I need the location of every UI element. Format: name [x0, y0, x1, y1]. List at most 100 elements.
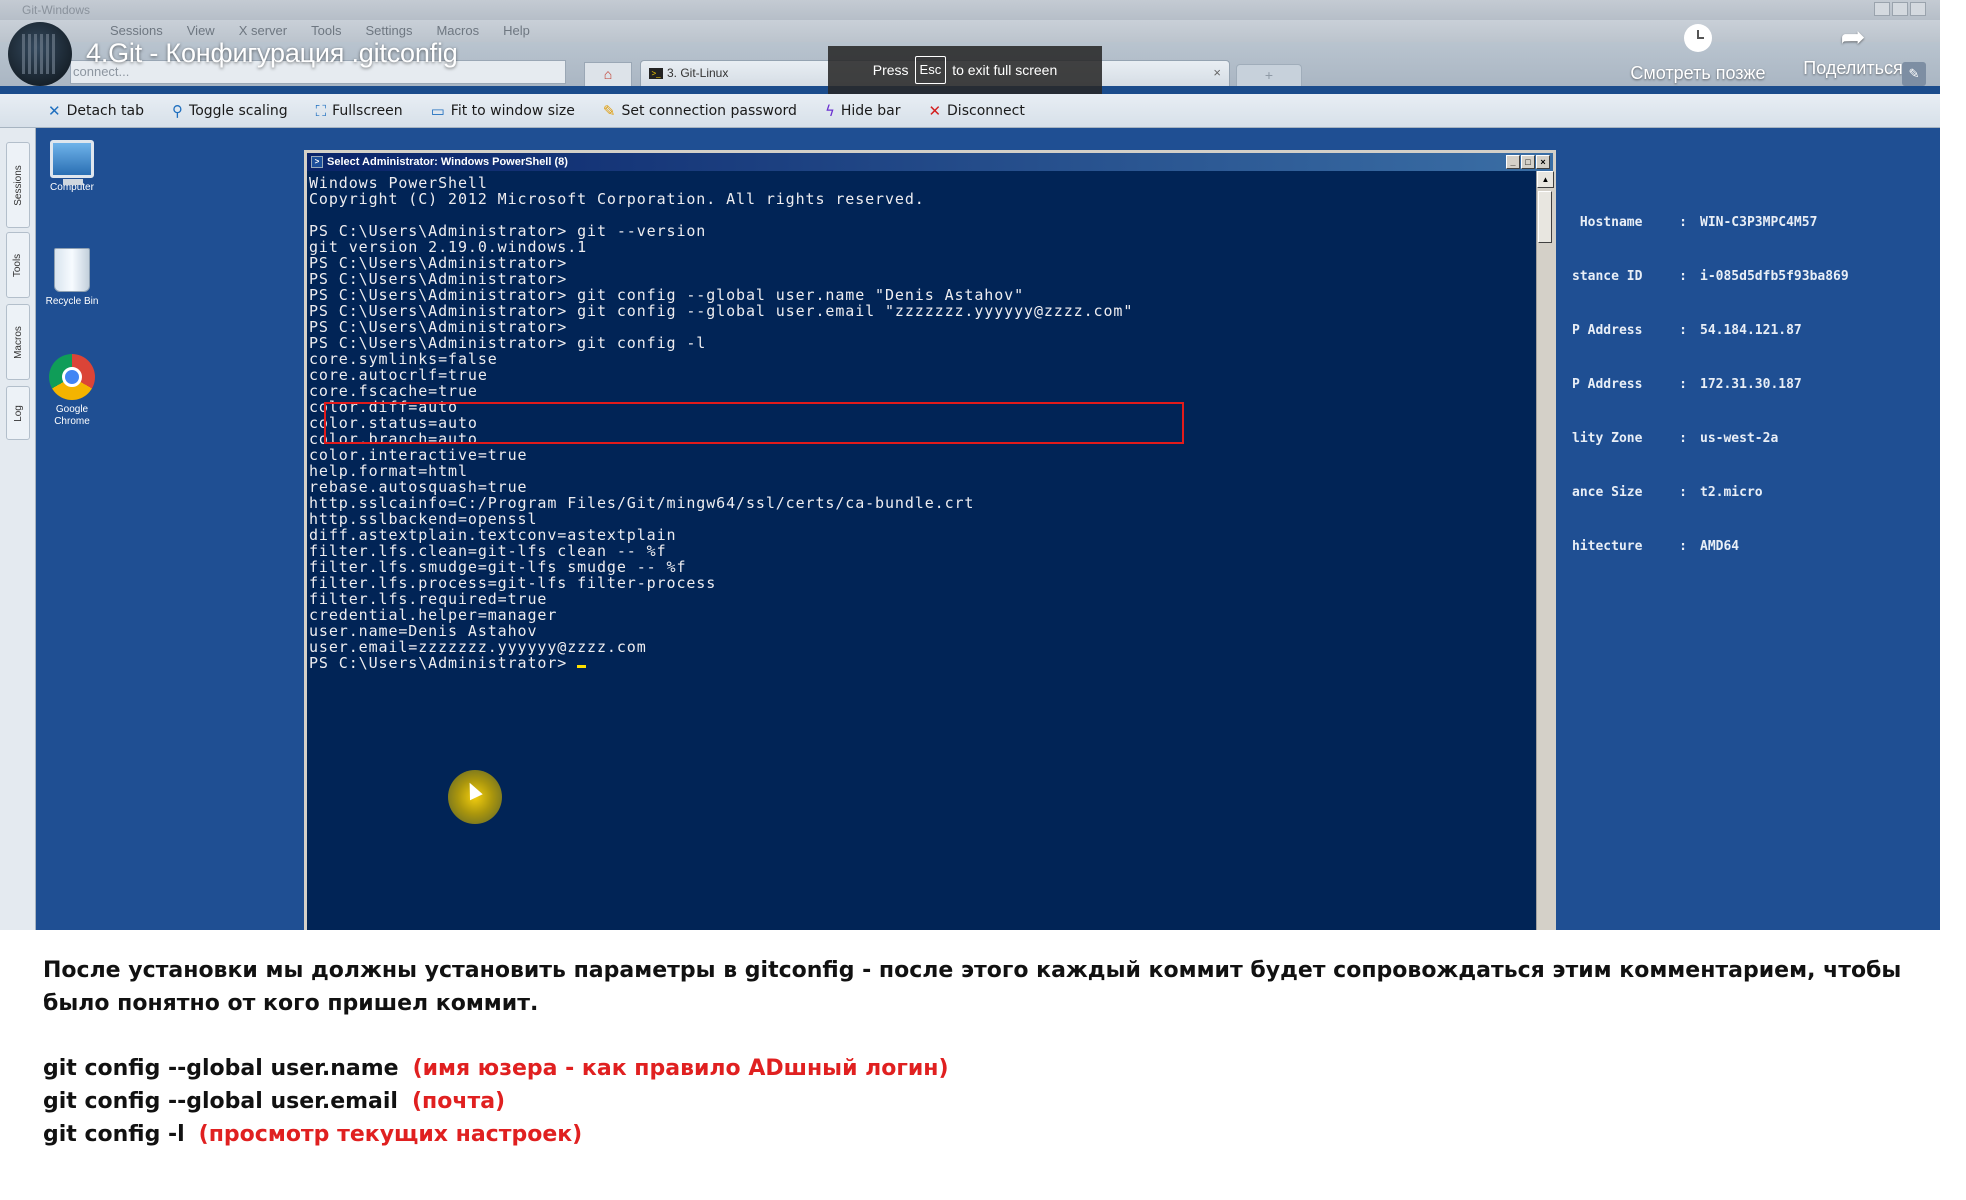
disconnect-label: Disconnect: [947, 102, 1025, 119]
console-line: PS C:\Users\Administrator> git config --…: [309, 286, 1025, 304]
console-line: credential.helper=manager: [309, 606, 558, 624]
recycle-bin-label: Recycle Bin: [45, 296, 99, 307]
sysinfo-row: P Address:172.31.30.187: [1572, 376, 1849, 394]
minimize-icon[interactable]: [1874, 2, 1890, 16]
console-line: Copyright (C) 2012 Microsoft Corporation…: [309, 190, 925, 208]
fit-to-window-label: Fit to window size: [450, 102, 575, 119]
sysinfo-key: P Address: [1572, 377, 1643, 392]
powershell-titlebar[interactable]: > Select Administrator: Windows PowerShe…: [307, 153, 1553, 171]
fullscreen-label: Fullscreen: [332, 102, 403, 119]
sysinfo-row: Hostname: WIN-C3P3MPC4M57: [1572, 214, 1849, 232]
video-frame[interactable]: Git-Windows Sessions View X server Tools…: [0, 0, 1940, 930]
minimize-icon[interactable]: _: [1506, 155, 1520, 169]
console-line: git version 2.19.0.windows.1: [309, 238, 588, 256]
side-tab-log-label: Log: [12, 404, 24, 422]
console-line: help.format=html: [309, 462, 468, 480]
wrench-icon: ✎: [602, 101, 616, 120]
new-tab-button[interactable]: +: [1236, 64, 1302, 86]
desktop-icon-chrome[interactable]: Google Chrome: [36, 354, 108, 428]
chrome-icon: [49, 354, 95, 400]
close-icon[interactable]: ×: [1536, 155, 1550, 169]
window-controls: [1874, 2, 1926, 16]
toggle-scaling-button[interactable]: ⚲ Toggle scaling: [172, 102, 288, 120]
watch-later-label: Смотреть позже: [1630, 63, 1766, 83]
console-line: filter.lfs.process=git-lfs filter-proces…: [309, 574, 717, 592]
close-icon[interactable]: [1910, 2, 1926, 16]
scroll-up-icon[interactable]: ▲: [1537, 171, 1554, 188]
lightning-icon: ϟ: [824, 101, 835, 120]
sysinfo-key: stance ID: [1572, 269, 1643, 284]
menu-help[interactable]: Help: [503, 20, 530, 42]
hide-bar-label: Hide bar: [840, 102, 901, 119]
home-tab-button[interactable]: ⌂: [584, 62, 632, 86]
detach-icon: ✕: [48, 101, 61, 120]
disconnect-icon: ✕: [928, 101, 942, 120]
fullscreen-icon: ⛶: [315, 101, 327, 120]
console-line: PS C:\Users\Administrator>: [309, 318, 568, 336]
sysinfo-value: us-west-2a: [1700, 431, 1779, 446]
magnifier-icon: ⚲: [172, 101, 184, 120]
chrome-label: Google Chrome: [54, 404, 90, 427]
desktop-icon-recycle-bin[interactable]: Recycle Bin: [36, 248, 108, 308]
set-password-button[interactable]: ✎ Set connection password: [603, 102, 797, 120]
powershell-icon: >: [311, 156, 323, 168]
sysinfo-value: WIN-C3P3MPC4M57: [1700, 215, 1818, 230]
sysinfo-value: AMD64: [1700, 539, 1740, 554]
console-scrollbar[interactable]: ▲: [1536, 171, 1554, 930]
banner-suffix-text: to exit full screen: [952, 62, 1058, 78]
console-line: filter.lfs.required=true: [309, 590, 548, 608]
pin-icon[interactable]: ✎: [1902, 62, 1926, 86]
side-tab-tools[interactable]: Tools: [6, 232, 30, 298]
side-tab-log[interactable]: Log: [6, 386, 30, 440]
sysinfo-sep: :: [1679, 377, 1687, 392]
console-line: Windows PowerShell: [309, 175, 488, 192]
hide-bar-button[interactable]: ϟ Hide bar: [825, 102, 901, 120]
video-title[interactable]: 4.Git - Конфигурация .gitconfig: [86, 38, 458, 69]
scroll-thumb[interactable]: [1538, 191, 1552, 243]
console-line: PS C:\Users\Administrator> git --version: [309, 222, 707, 240]
avatar-image: [22, 34, 58, 74]
console-line: diff.astextplain.textconv=astextplain: [309, 526, 677, 544]
fullscreen-banner: Press Esc to exit full screen: [828, 46, 1102, 94]
console-line: user.name=Denis Astahov: [309, 622, 538, 640]
sysinfo-value: i-085d5dfb5f93ba869: [1700, 269, 1849, 284]
fullscreen-button[interactable]: ⛶ Fullscreen: [316, 102, 403, 120]
monitor-icon: ▭: [430, 101, 445, 120]
sysinfo-row: P Address:54.184.121.87: [1572, 322, 1849, 340]
console-line: filter.lfs.clean=git-lfs clean -- %f: [309, 542, 667, 560]
detach-tab-button[interactable]: ✕ Detach tab: [48, 102, 144, 120]
set-password-label: Set connection password: [621, 102, 797, 119]
tab-close-icon[interactable]: ×: [1213, 61, 1221, 85]
recycle-bin-icon: [54, 248, 90, 292]
system-info-panel: Hostname: WIN-C3P3MPC4M57 stance ID: i-085…: [1572, 178, 1849, 592]
powershell-window-controls: _ □ ×: [1506, 155, 1550, 169]
fit-to-window-button[interactable]: ▭ Fit to window size: [431, 102, 575, 120]
sysinfo-key: ance Size: [1572, 485, 1643, 500]
side-tab-sessions[interactable]: Sessions: [6, 142, 30, 228]
console-line: PS C:\Users\Administrator> git config --…: [309, 302, 1134, 320]
maximize-icon[interactable]: □: [1521, 155, 1535, 169]
command-text: git config -l: [43, 1122, 185, 1147]
banner-press-text: Press: [872, 62, 909, 78]
sysinfo-key: lity Zone: [1572, 431, 1643, 446]
command-list: git config --global user.name (имя юзера …: [43, 1052, 1923, 1151]
side-tab-macros[interactable]: Macros: [6, 304, 30, 380]
page-root: Git-Windows Sessions View X server Tools…: [0, 0, 1966, 1200]
channel-avatar[interactable]: [8, 22, 72, 86]
share-button[interactable]: ➦ Поделиться: [1790, 18, 1916, 79]
sysinfo-key: P Address: [1572, 323, 1643, 338]
sysinfo-sep: :: [1679, 485, 1687, 500]
console-line: PS C:\Users\Administrator>: [309, 270, 568, 288]
toggle-scaling-label: Toggle scaling: [189, 102, 288, 119]
side-tab-tools-label: Tools: [12, 253, 24, 277]
console-line: user.email=zzzzzzz.yyyyyy@zzzz.com: [309, 638, 647, 656]
maximize-icon[interactable]: [1892, 2, 1908, 16]
desktop-icon-computer[interactable]: Computer: [36, 140, 108, 194]
sysinfo-value: 172.31.30.187: [1700, 377, 1802, 392]
watch-later-button[interactable]: Смотреть позже: [1618, 18, 1778, 84]
command-note: (имя юзера - как правило ADшный логин): [412, 1056, 949, 1081]
share-arrow-icon: ➦: [1840, 21, 1866, 54]
remote-desktop[interactable]: Computer Recycle Bin Google Chrome Hostn…: [36, 128, 1940, 930]
disconnect-button[interactable]: ✕ Disconnect: [928, 102, 1024, 120]
esc-key-badge: Esc: [914, 56, 947, 84]
